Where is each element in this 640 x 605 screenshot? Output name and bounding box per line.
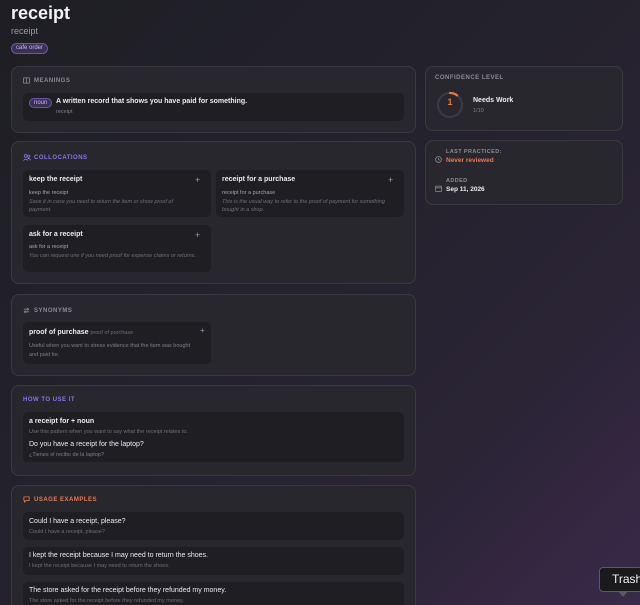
collocation-phrase: ask for a receipt <box>29 231 83 238</box>
confidence-header: CONFIDENCE LEVEL <box>435 75 504 81</box>
collocations-title: COLLOCATIONS <box>34 154 88 161</box>
pattern-note: Use this pattern when you want to say wh… <box>29 429 188 435</box>
book-icon <box>23 77 30 84</box>
confidence-value: 1 <box>447 97 453 107</box>
example-sentence: The store asked for the receipt before t… <box>29 587 227 594</box>
collocations-header: COLLOCATIONS <box>23 154 88 161</box>
last-practiced-value: Never reviewed <box>446 157 494 164</box>
pattern-text: a receipt for + noun <box>29 418 95 425</box>
clock-icon <box>435 150 442 168</box>
synonym-word: proof of purchase <box>29 329 89 336</box>
add-collocation-button[interactable]: + <box>195 230 200 240</box>
pos-badge: noun <box>29 98 53 108</box>
collocation-note: This is the usual way to refer to the pr… <box>222 199 385 213</box>
example-sentence: I kept the receipt because I may need to… <box>29 552 208 559</box>
collocation-phrase: receipt for a purchase <box>222 176 296 183</box>
swap-icon <box>23 307 30 314</box>
chat-icon <box>23 496 30 504</box>
users-icon <box>23 154 31 161</box>
added-label: ADDED <box>446 178 468 184</box>
word-title: receipt <box>11 3 71 23</box>
example-translation: Could I have a receipt, please? <box>29 529 105 535</box>
tooltip-arrow <box>618 591 628 597</box>
example-translation: The store asked for the receipt before t… <box>29 598 184 604</box>
added-value: Sep 11, 2026 <box>446 186 485 193</box>
confidence-score: 1/10 <box>473 108 484 114</box>
confidence-label: Needs Work <box>473 97 514 104</box>
synonyms-header: SYNONYMS <box>23 307 72 314</box>
calendar-icon <box>435 179 442 197</box>
usage-examples-header: USAGE EXAMPLES <box>23 496 98 504</box>
collocation-phrase: keep the receipt <box>29 176 83 183</box>
example-translation: I kept the receipt because I may need to… <box>29 563 170 569</box>
trash-tooltip: Trash <box>599 567 640 592</box>
word-subtitle: receipt <box>11 26 39 36</box>
example-sentence: Could I have a receipt, please? <box>29 518 126 525</box>
definition-text: A written record that shows you have pai… <box>56 98 248 105</box>
collocation-translation: receipt for a purchase <box>222 190 276 196</box>
add-collocation-button[interactable]: + <box>195 175 200 185</box>
meanings-title: MEANINGS <box>34 77 71 84</box>
last-practiced-label: LAST PRACTICED: <box>446 149 502 155</box>
collocation-translation: keep the receipt <box>29 190 69 196</box>
pattern-example: Do you have a receipt for the laptop? <box>29 441 144 448</box>
collocation-note: You can request one if you need proof fo… <box>29 253 196 259</box>
add-synonym-button[interactable]: + <box>200 326 205 335</box>
how-to-use-header: HOW TO USE IT <box>23 397 75 403</box>
confidence-title: CONFIDENCE LEVEL <box>435 75 504 81</box>
collocation-note: Save it in case you need to return the i… <box>29 199 173 213</box>
synonyms-title: SYNONYMS <box>34 307 73 314</box>
how-to-use-title: HOW TO USE IT <box>23 397 76 403</box>
word-detail-page: receipt receipt cafe order MEANINGS noun… <box>0 0 640 605</box>
tag-badge[interactable]: cafe order <box>11 43 49 54</box>
pattern-example-translation: ¿Tienes el recibo de la laptop? <box>29 452 105 458</box>
definition-translation: receipt <box>56 109 73 115</box>
usage-examples-title: USAGE EXAMPLES <box>34 496 98 503</box>
collocation-translation: ask for a receipt <box>29 244 69 250</box>
add-collocation-button[interactable]: + <box>388 175 393 185</box>
example-item <box>23 512 404 540</box>
meanings-header: MEANINGS <box>23 77 70 84</box>
synonym-gloss: - proof of purchase <box>87 330 134 336</box>
synonym-note: Useful when you want to stress evidence … <box>29 343 191 358</box>
